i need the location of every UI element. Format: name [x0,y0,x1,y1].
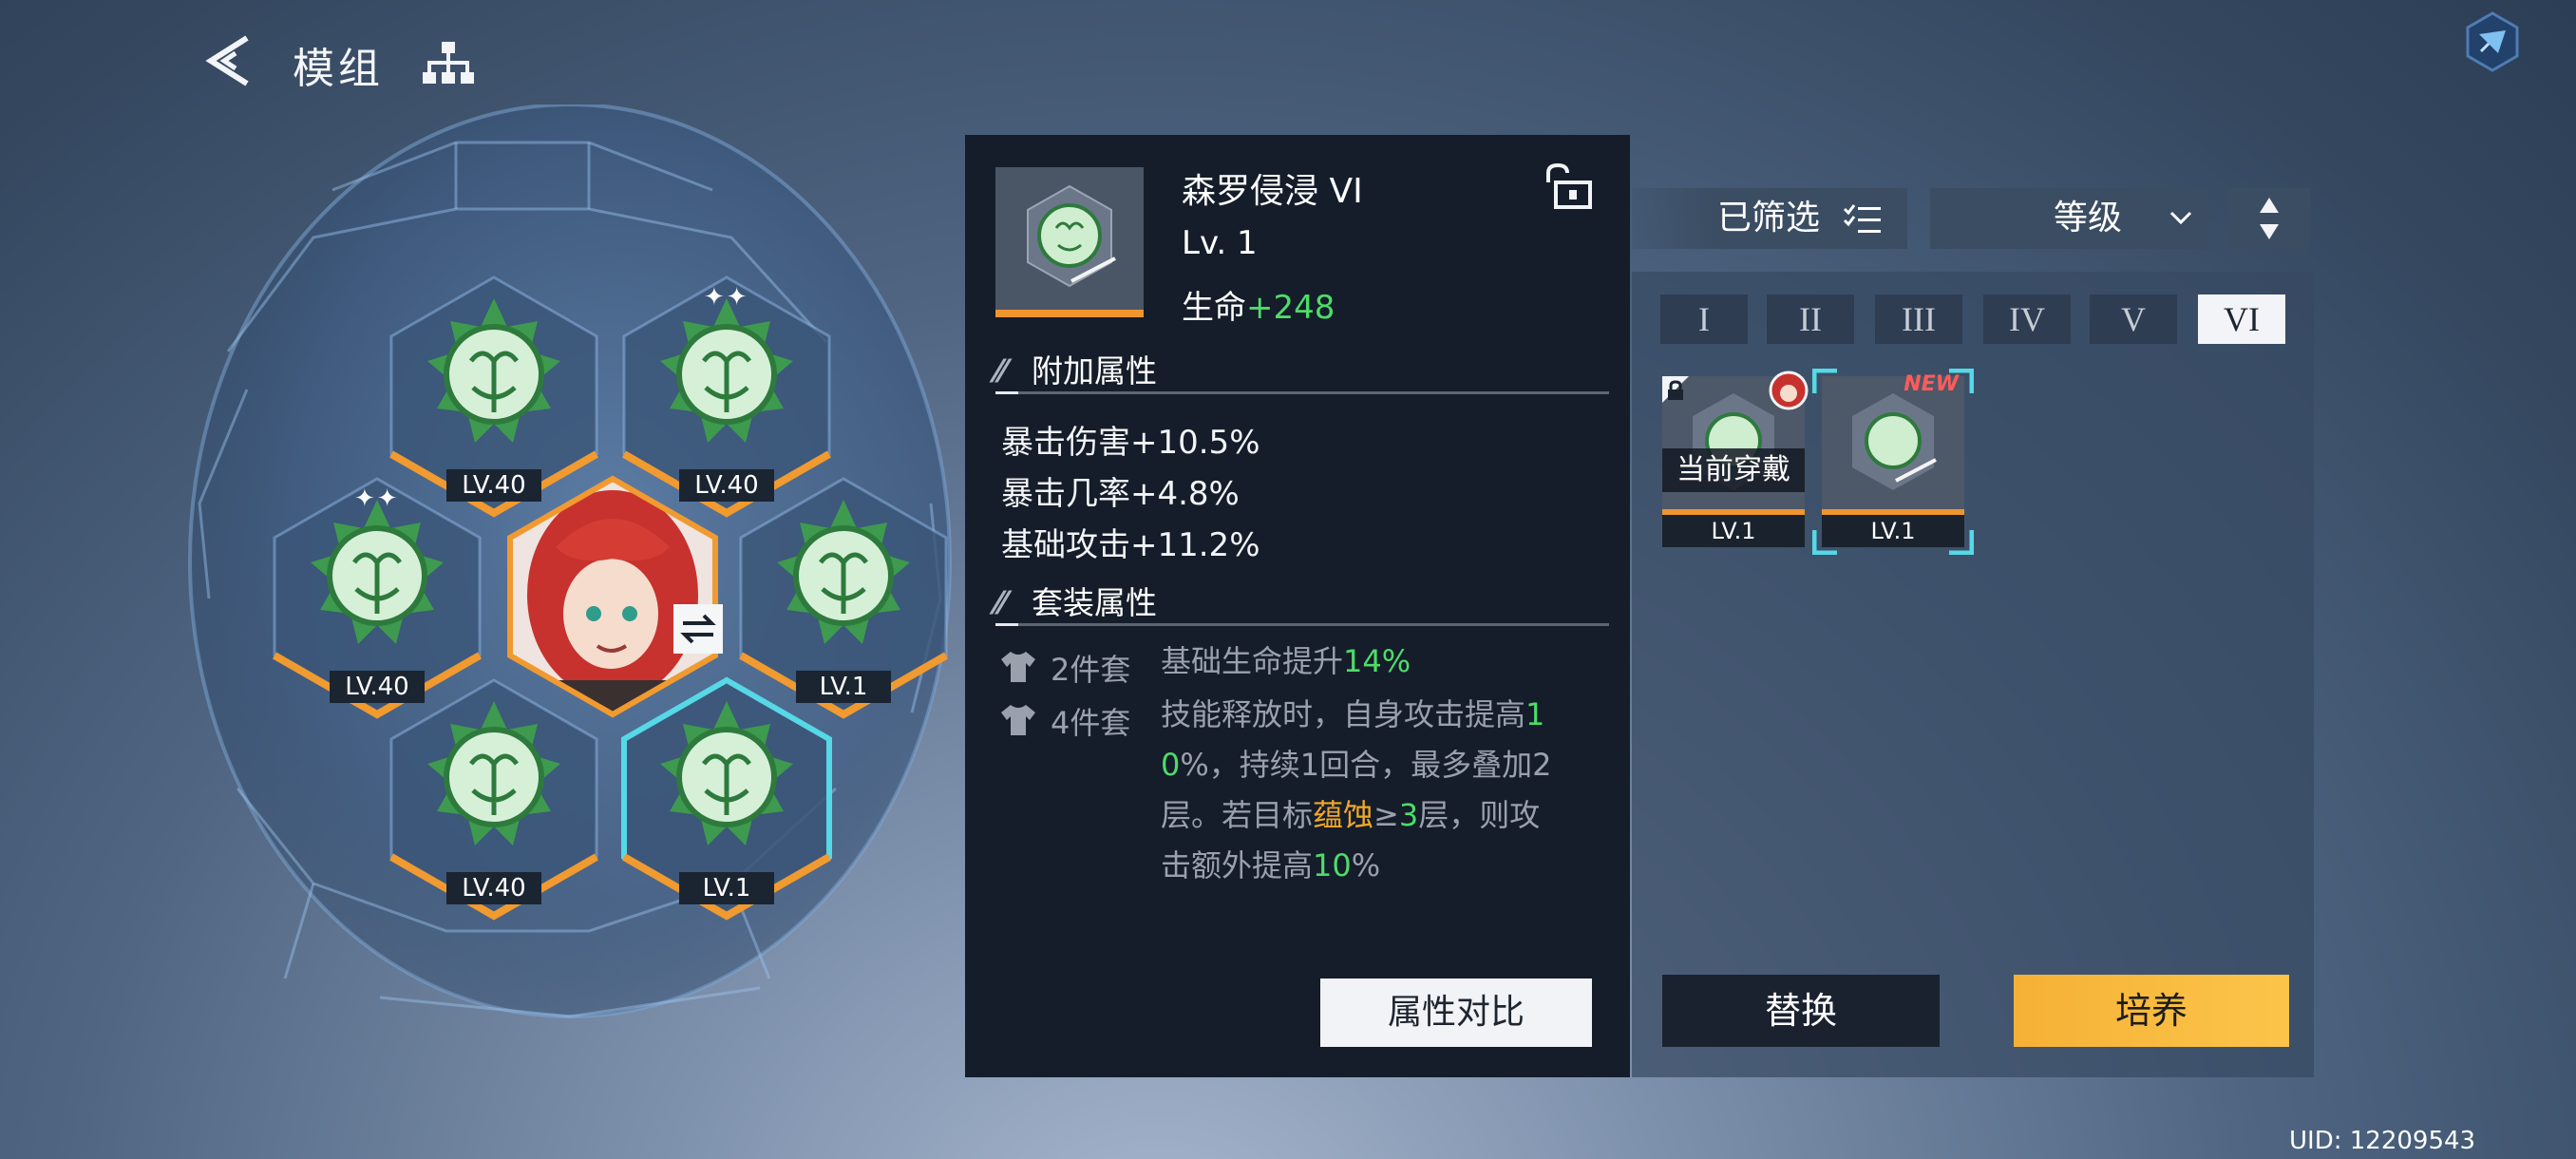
section-slash-icon: ⁄⁄ [995,352,1007,390]
inventory-item-selected[interactable]: NEW LV.1 [1812,369,1974,555]
main-stat-value: +248 [1246,289,1335,327]
selection-frame [1812,369,1974,555]
main-stat-label: 生命 [1182,289,1246,327]
swap-icon[interactable] [673,604,723,654]
module-name: 森罗侵浸 VI [1182,172,1363,211]
sort-select[interactable]: 等级 [1930,188,2209,249]
set4-text: 技能释放时，自身攻击提高 [1161,696,1526,732]
back-arrow-icon[interactable] [201,32,258,89]
module-list-panel: I II III IV V VI 当前穿戴 LV.1 NEW LV.1 [1632,272,2314,1077]
unlock-icon[interactable] [1543,163,1594,211]
sparkle-icon: ✦✦ [704,283,749,312]
sub-attr-item: 暴击伤害+10.5% [1001,424,1260,462]
inventory-item[interactable]: 当前穿戴 LV.1 [1662,370,1809,551]
sub-attr-item: 基础攻击+11.2% [1001,526,1260,564]
event-badge-icon[interactable] [2460,10,2525,74]
tier-tab-5[interactable]: V [2090,294,2177,344]
set4-keyword[interactable]: 蕴蚀 [1313,797,1373,833]
module-level: Lv. 1 [1182,224,1258,262]
equipped-status: 当前穿戴 [1662,448,1805,492]
sub-attr-title-text: 附加属性 [1032,352,1157,390]
set4-value: 3 [1398,797,1419,833]
user-id: UID: 12209543 [2289,1127,2476,1155]
set2-desc-value: 14% [1343,643,1411,679]
filter-button-label: 已筛选 [1717,199,1821,238]
module-thumbnail [995,167,1144,317]
cultivate-button[interactable]: 培养 [2014,975,2289,1047]
sparkle-icon: ✦✦ [354,484,400,513]
sub-attr-item: 暴击几率+4.8% [1001,475,1240,513]
chevron-down-icon [2169,211,2192,225]
set4-text: % [1351,847,1381,884]
module-socket-6-selected[interactable]: LV.1 [613,673,841,921]
module-detail-panel: 森罗侵浸 VI Lv. 1 生命+248 ⁄⁄ 附加属性 暴击伤害+10.5% 暴… [965,135,1630,1077]
tier-tab-3[interactable]: III [1875,294,1962,344]
section-slash-icon: ⁄⁄ [995,584,1007,621]
sort-order-icon[interactable] [2228,188,2310,249]
replace-button[interactable]: 替换 [1662,975,1940,1047]
item-level: LV.1 [1662,515,1805,547]
set-attr-title: ⁄⁄ 套装属性 [995,578,1157,623]
hierarchy-icon[interactable] [422,38,475,87]
socket-level-label: LV.1 [679,872,774,904]
set4-count: 4件套 [1051,705,1131,741]
filter-list-icon [1843,204,1881,233]
divider [995,391,1609,394]
divider [995,623,1609,626]
module-main-stat: 生命+248 [1182,281,1335,328]
set2-desc: 基础生命提升14% [1161,636,1598,687]
set4-text: ≥ [1373,797,1399,833]
set4-text: 层，则攻 [1418,797,1541,833]
set2-desc-text: 基础生命提升 [1161,643,1344,679]
set2-count: 2件套 [1051,652,1131,688]
set4-desc: 技能释放时，自身攻击提高1 0%，持续1回合，最多叠加2 层。若目标蕴蚀≥3层，… [1161,690,1598,891]
tier-tab-6[interactable]: VI [2198,294,2285,344]
wearer-avatar-icon [1769,370,1809,410]
tier-tab-4[interactable]: IV [1983,294,2071,344]
filter-button[interactable]: 已筛选 [1632,188,1907,249]
sub-attr-title: ⁄⁄ 附加属性 [995,346,1157,391]
set4-text: %，持续1回合，最多叠加2 [1180,747,1552,783]
sort-select-label: 等级 [2054,199,2123,238]
set4-value: 10 [1313,847,1352,884]
set4-text: 层。若目标 [1161,797,1314,833]
tier-tab-2[interactable]: II [1767,294,1854,344]
module-socket-5[interactable]: LV.40 [380,673,608,921]
socket-level-label: LV.40 [446,872,541,904]
page-title: 模组 [293,45,384,93]
shirt-icon [1001,705,1035,735]
lock-icon [1668,380,1683,400]
tier-tab-1[interactable]: I [1660,294,1748,344]
set4-value: 0 [1161,747,1181,783]
set4-text: 击额外提高 [1161,847,1314,884]
shirt-icon [1001,652,1035,682]
set-attr-title-text: 套装属性 [1032,584,1157,621]
compare-attributes-button[interactable]: 属性对比 [1320,978,1592,1047]
set4-value: 1 [1525,696,1545,732]
